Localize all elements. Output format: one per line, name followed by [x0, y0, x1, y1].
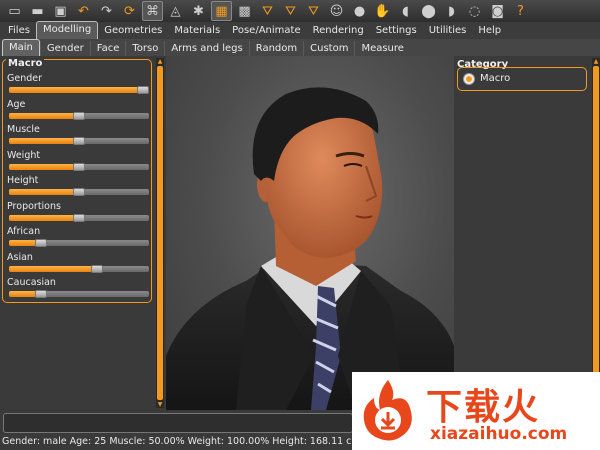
status-bar: Gender: male Age: 25 Muscle: 50.00% Weig…: [2, 436, 361, 447]
macro-group: Macro Gender Age Muscle Weight Height Proport…: [2, 58, 152, 303]
front-view-icon[interactable]: ⛛: [257, 1, 278, 21]
tab-measure[interactable]: Measure: [354, 41, 410, 56]
scroll-down-icon[interactable]: ▼: [156, 401, 164, 408]
slider-label-gender: Gender: [7, 73, 43, 84]
watermark: 下载火 xiazaihuo.com: [352, 372, 600, 450]
slider-fill: [9, 138, 79, 144]
scrollbar-thumb[interactable]: [157, 66, 163, 400]
menu-bar: Files Modelling Geometries Materials Pos…: [0, 21, 600, 39]
watermark-url: xiazaihuo.com: [430, 424, 568, 444]
tab-main[interactable]: Main: [2, 39, 40, 56]
macro-radio-label[interactable]: Macro: [480, 73, 510, 84]
menu-modelling[interactable]: Modelling: [35, 21, 99, 39]
slider-muscle[interactable]: [9, 137, 149, 145]
reset-icon[interactable]: ⟳: [119, 1, 140, 21]
left-panel: Macro Gender Age Muscle Weight Height Proport…: [0, 56, 166, 410]
screenshot-icon[interactable]: ◙: [487, 1, 508, 21]
slider-fill: [9, 214, 79, 221]
shoes-icon[interactable]: ◗: [441, 1, 462, 21]
side-view-icon[interactable]: ⛛: [303, 1, 324, 21]
menu-help[interactable]: Help: [472, 23, 507, 39]
foot-icon[interactable]: ◖: [395, 1, 416, 21]
right-panel: Category Macro ▲ ▼: [454, 56, 600, 410]
load-icon[interactable]: ▣: [50, 1, 71, 21]
back-view-icon[interactable]: ⛛: [280, 1, 301, 21]
tab-arms-and-legs[interactable]: Arms and legs: [164, 41, 248, 56]
human-model: [166, 87, 454, 410]
flame-logo-icon: [363, 380, 412, 441]
head-icon[interactable]: ●: [349, 1, 370, 21]
slider-asian[interactable]: [9, 264, 149, 273]
slider-handle[interactable]: [34, 290, 47, 298]
redo-icon[interactable]: ↷: [96, 1, 117, 21]
scroll-up-icon[interactable]: ▲: [156, 58, 164, 65]
window-icon[interactable]: ▭: [4, 1, 25, 21]
hand-icon[interactable]: ✋: [372, 1, 393, 21]
sphere-icon[interactable]: ⬤: [418, 1, 439, 21]
face-mask-icon[interactable]: ☺: [326, 1, 347, 21]
slider-handle[interactable]: [73, 213, 85, 222]
slider-height[interactable]: [9, 188, 149, 196]
menu-utilities[interactable]: Utilities: [423, 23, 473, 39]
help-icon[interactable]: ?: [510, 1, 531, 21]
skeleton-icon[interactable]: ✱: [188, 1, 209, 21]
tab-torso[interactable]: Torso: [125, 41, 164, 56]
3d-viewport[interactable]: [166, 56, 454, 410]
slider-caucasian[interactable]: [9, 290, 149, 298]
slider-fill: [9, 163, 79, 170]
slider-proportions[interactable]: [9, 213, 149, 222]
slider-age[interactable]: [9, 111, 149, 120]
slider-label-age: Age: [7, 98, 26, 110]
watermark-brand-text: 下载火: [426, 387, 541, 428]
slider-handle[interactable]: [137, 86, 149, 94]
slider-label-asian: Asian: [7, 251, 33, 263]
menu-materials[interactable]: Materials: [168, 23, 226, 39]
slider-handle[interactable]: [73, 162, 85, 171]
orbit-icon[interactable]: ◌: [464, 1, 485, 21]
scrollbar-thumb[interactable]: [593, 66, 599, 400]
wireframe-icon[interactable]: ◬: [165, 1, 186, 21]
slider-handle[interactable]: [73, 188, 85, 196]
grid-icon[interactable]: ▦: [211, 1, 232, 21]
slider-label-weight: Weight: [7, 149, 41, 161]
slider-handle[interactable]: [73, 137, 85, 145]
menu-files[interactable]: Files: [2, 23, 36, 39]
slider-handle[interactable]: [90, 264, 103, 273]
right-panel-scrollbar[interactable]: ▲ ▼: [592, 58, 600, 408]
menu-rendering[interactable]: Rendering: [307, 23, 370, 39]
main-toolbar: ▭ ▬ ▣ ↶ ↷ ⟳ ⌘ ◬ ✱ ▦ ▩ ⛛ ⛛ ⛛ ☺ ● ✋ ◖ ⬤ ◗ …: [0, 0, 600, 22]
slider-handle[interactable]: [34, 239, 47, 247]
menu-geometries[interactable]: Geometries: [98, 23, 168, 39]
menu-settings[interactable]: Settings: [370, 23, 423, 39]
slider-label-muscle: Muscle: [7, 124, 40, 135]
category-group: Macro: [457, 67, 587, 91]
undo-icon[interactable]: ↶: [73, 1, 94, 21]
slider-gender[interactable]: [9, 86, 149, 94]
tab-custom[interactable]: Custom: [303, 41, 354, 56]
menu-pose-animate[interactable]: Pose/Animate: [226, 23, 306, 39]
slider-handle[interactable]: [73, 111, 85, 120]
tab-gender[interactable]: Gender: [39, 41, 90, 56]
sub-tab-bar: Main Gender Face Torso Arms and legs Ran…: [0, 39, 600, 56]
slider-label-african: African: [7, 226, 41, 237]
slider-fill: [9, 189, 79, 195]
slider-label-height: Height: [7, 175, 39, 186]
tab-face[interactable]: Face: [89, 41, 126, 56]
slider-label-caucasian: Caucasian: [7, 277, 56, 288]
slider-african[interactable]: [9, 239, 149, 247]
command-input[interactable]: [3, 413, 353, 433]
left-panel-scrollbar[interactable]: ▲ ▼: [156, 58, 164, 408]
slider-label-proportions: Proportions: [7, 200, 61, 212]
tab-random[interactable]: Random: [248, 41, 303, 56]
slider-weight[interactable]: [9, 162, 149, 171]
slider-fill: [9, 265, 97, 272]
save-icon[interactable]: ▬: [27, 1, 48, 21]
slider-fill: [9, 87, 143, 93]
macro-group-title: Macro: [6, 58, 45, 69]
macro-radio-button[interactable]: [463, 73, 475, 85]
checker-icon[interactable]: ▩: [234, 1, 255, 21]
slider-fill: [9, 112, 79, 119]
scroll-up-icon[interactable]: ▲: [592, 58, 600, 65]
smooth-icon[interactable]: ⌘: [142, 1, 163, 21]
